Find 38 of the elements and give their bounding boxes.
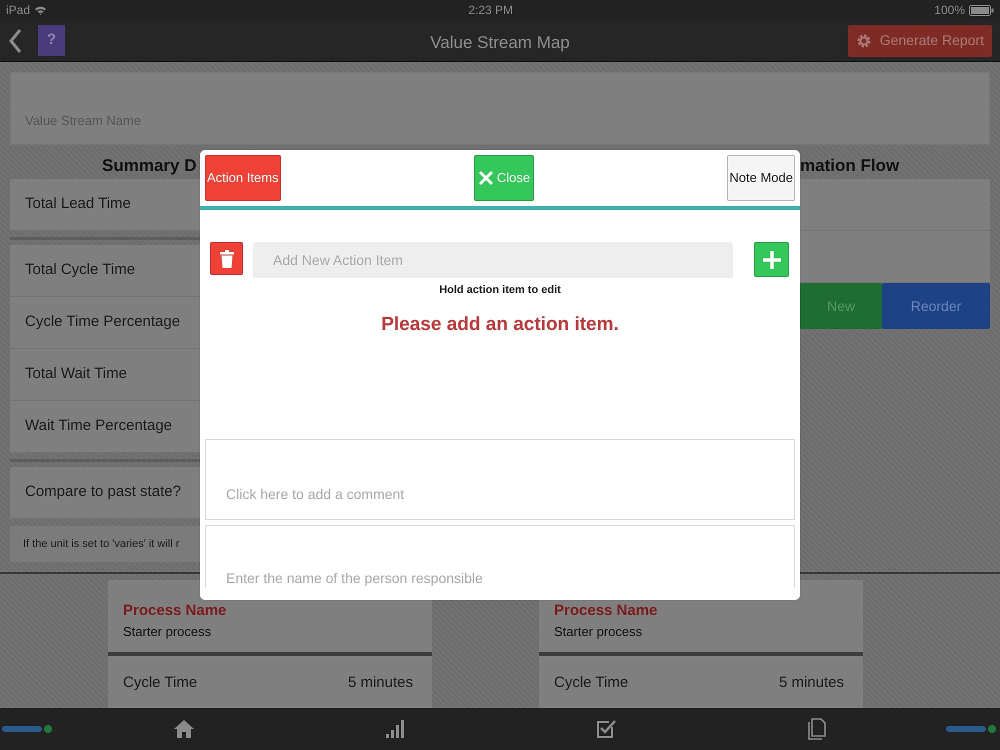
metric-value: 5 minutes — [348, 672, 413, 692]
close-icon — [478, 170, 494, 186]
document-icon[interactable] — [806, 718, 828, 740]
carrier-label: iPad — [6, 2, 30, 19]
home-icon[interactable] — [172, 718, 194, 740]
hint-text: Hold action item to edit — [438, 283, 562, 298]
back-icon — [8, 28, 22, 54]
process-name-value: Starter process — [122, 623, 212, 641]
back-button[interactable] — [8, 28, 22, 54]
plus-icon — [762, 250, 782, 270]
mode-tab[interactable]: Action Items — [205, 155, 281, 201]
trash-icon — [220, 250, 234, 268]
generate-report-button[interactable]: Generate Report — [848, 24, 992, 56]
reorder-button[interactable]: Reorder — [882, 283, 990, 329]
wifi-icon — [34, 5, 48, 15]
screen-title: Value Stream Map — [430, 32, 570, 54]
comment-field[interactable]: Click here to add a comment — [205, 438, 795, 520]
close-button[interactable]: Close — [474, 155, 534, 201]
delete-button[interactable] — [210, 242, 243, 275]
section-heading: mation Flow — [800, 156, 900, 175]
battery-icon — [969, 4, 994, 16]
process-name-label: Process Name — [554, 602, 658, 619]
metric-label: Cycle Time — [554, 672, 628, 692]
signal-bars-icon[interactable] — [384, 718, 406, 740]
clock-time: 2:23 PM — [467, 2, 514, 19]
action-item-field[interactable]: Add New Action Item — [253, 242, 733, 278]
responsible-person-field[interactable]: Enter the name of the person responsible — [205, 524, 795, 588]
metric-value: 5 minutes — [778, 672, 844, 692]
mode-tab[interactable]: Note Mode — [727, 155, 795, 201]
gear-icon — [856, 32, 872, 48]
process-name-value: Starter process — [553, 623, 644, 641]
metric-label: Cycle Time — [123, 672, 198, 692]
checkbox-icon[interactable] — [594, 718, 616, 740]
section-heading: Summary D — [102, 156, 196, 175]
add-button[interactable] — [754, 242, 789, 277]
battery-percentage: 100% — [934, 2, 965, 19]
process-name-label: Process Name — [123, 602, 226, 619]
help-button[interactable]: ? — [38, 25, 65, 56]
